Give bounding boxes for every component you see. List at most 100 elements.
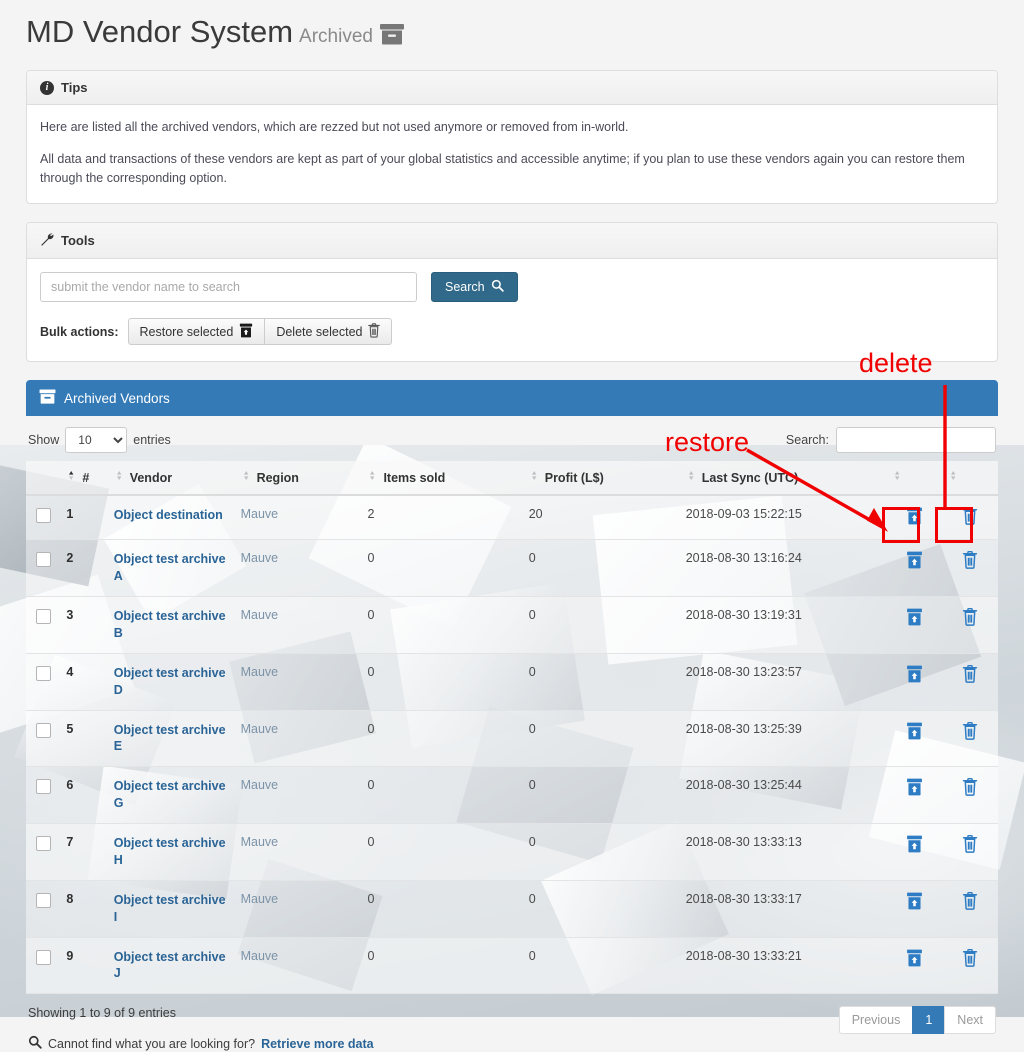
row-profit-cell: 0 (522, 880, 680, 938)
vendor-link[interactable]: Object test archive A (114, 551, 229, 585)
row-delete-cell (942, 766, 998, 825)
row-region-cell: Mauve (234, 495, 362, 541)
vendor-link[interactable]: Object destination (114, 507, 223, 524)
vendor-link[interactable]: Object test archive E (114, 722, 229, 756)
row-vendor-cell: Object test archive A (107, 539, 235, 598)
delete-row-button[interactable] (962, 608, 978, 626)
row-vendor-cell: Object test archive J (107, 937, 235, 995)
row-number-cell: 4 (60, 653, 108, 711)
row-select-cell (26, 539, 61, 598)
table-row: 9 Object test archive J Mauve 0 0 2018-08-30 … (26, 937, 998, 995)
table-row: 8 Object test archive I Mauve 0 0 2018-08-30 … (26, 880, 998, 938)
header-number-label: # (82, 471, 90, 486)
region-value: Mauve (240, 721, 279, 736)
header-last-sync[interactable]: Last Sync (UTC) (679, 461, 887, 497)
retrieve-more-data-link[interactable]: Retrieve more data (261, 1037, 374, 1051)
delete-row-button[interactable] (962, 507, 978, 526)
row-number-cell: 7 (60, 823, 108, 881)
row-number: 1 (66, 507, 74, 522)
row-checkbox[interactable] (36, 949, 51, 965)
pagination-next[interactable]: Next (944, 1006, 996, 1035)
delete-row-button[interactable] (962, 778, 978, 797)
table-row: 1 Object destination Mauve 2 20 2018-09-03 15… (26, 495, 998, 541)
page-title-subtitle: Archived (299, 26, 373, 47)
vendor-link[interactable]: Object test archive B (114, 608, 229, 642)
header-items-sold[interactable]: Items sold (361, 461, 523, 497)
sort-both-icon (948, 469, 959, 482)
region-value: Mauve (240, 891, 279, 906)
table-search-input[interactable] (836, 427, 996, 454)
row-delete-cell (942, 880, 998, 938)
row-checkbox[interactable] (36, 836, 51, 852)
row-items-sold-cell: 2 (361, 495, 523, 541)
restore-row-button[interactable] (906, 665, 923, 683)
header-restore-action[interactable] (886, 461, 943, 497)
row-checkbox[interactable] (36, 722, 51, 738)
sort-both-icon (241, 469, 252, 482)
row-items-sold-cell: 0 (361, 766, 523, 825)
vendor-link[interactable]: Object test archive D (114, 665, 229, 699)
row-checkbox[interactable] (36, 609, 51, 625)
row-delete-cell (942, 937, 998, 995)
row-profit-cell: 0 (522, 823, 680, 881)
delete-row-button[interactable] (962, 948, 978, 967)
restore-row-button[interactable] (906, 835, 923, 853)
delete-row-button[interactable] (962, 551, 978, 570)
restore-row-button[interactable] (906, 778, 923, 796)
row-checkbox[interactable] (36, 665, 51, 681)
vendor-link[interactable]: Object test archive I (114, 892, 229, 926)
tips-paragraph-1: Here are listed all the archived vendors… (40, 120, 629, 135)
vendor-link[interactable]: Object test archive H (114, 835, 229, 869)
vendor-link[interactable]: Object test archive G (114, 778, 229, 812)
pagination-previous[interactable]: Previous (838, 1006, 914, 1035)
region-value: Mauve (240, 507, 279, 522)
restore-row-button[interactable] (906, 892, 923, 910)
row-profit-cell: 0 (522, 766, 680, 825)
row-items-sold-cell: 0 (361, 539, 523, 598)
row-profit-cell: 0 (522, 596, 680, 654)
show-label: Show (28, 433, 60, 448)
table-row: 4 Object test archive D Mauve 0 0 2018-08-30 … (26, 653, 998, 711)
row-region-cell: Mauve (234, 823, 362, 881)
restore-row-button[interactable] (906, 507, 923, 525)
entries-select[interactable]: 10 25 50 100 (65, 427, 128, 454)
header-vendor[interactable]: Vendor (107, 461, 235, 497)
restore-row-button[interactable] (906, 608, 923, 626)
table-row: 5 Object test archive E Mauve 0 0 2018-08-30 … (26, 710, 998, 768)
pagination-page-1[interactable]: 1 (912, 1006, 946, 1035)
table-body: 1 Object destination Mauve 2 20 2018-09-03 15… (26, 495, 998, 995)
row-restore-cell (886, 653, 943, 711)
restore-row-button[interactable] (906, 949, 923, 967)
delete-row-button[interactable] (962, 721, 978, 740)
row-region-cell: Mauve (234, 766, 362, 825)
header-profit[interactable]: Profit (L$) (522, 461, 680, 497)
row-checkbox[interactable] (36, 552, 51, 568)
row-items-sold-cell: 0 (361, 937, 523, 995)
vendor-link[interactable]: Object test archive J (114, 949, 229, 983)
delete-row-button[interactable] (962, 891, 978, 910)
bulk-actions-label: Bulk actions: (40, 324, 119, 339)
header-profit-label: Profit (L$) (544, 471, 604, 486)
row-restore-cell (886, 880, 943, 938)
restore-selected-button[interactable]: Restore selected (127, 318, 266, 346)
search-button[interactable]: Search (431, 272, 518, 303)
region-value: Mauve (240, 778, 279, 793)
vendor-search-input[interactable] (40, 272, 417, 303)
header-region[interactable]: Region (234, 461, 362, 497)
row-number-cell: 9 (60, 937, 108, 995)
header-vendor-label: Vendor (129, 471, 173, 486)
datatable-footer: Showing 1 to 9 of 9 entries Cannot find … (26, 994, 998, 1052)
row-checkbox[interactable] (36, 508, 51, 524)
row-select-cell (26, 596, 61, 654)
delete-row-button[interactable] (962, 664, 978, 683)
trash-icon (368, 323, 381, 341)
header-delete-action[interactable] (942, 461, 998, 497)
restore-row-button[interactable] (906, 551, 923, 569)
delete-selected-button[interactable]: Delete selected (265, 318, 393, 346)
restore-row-button[interactable] (906, 722, 923, 740)
row-checkbox[interactable] (36, 779, 51, 795)
tools-panel-header: Tools (27, 223, 997, 260)
row-checkbox[interactable] (36, 892, 51, 908)
delete-row-button[interactable] (962, 835, 978, 853)
header-number[interactable]: # (60, 461, 108, 497)
